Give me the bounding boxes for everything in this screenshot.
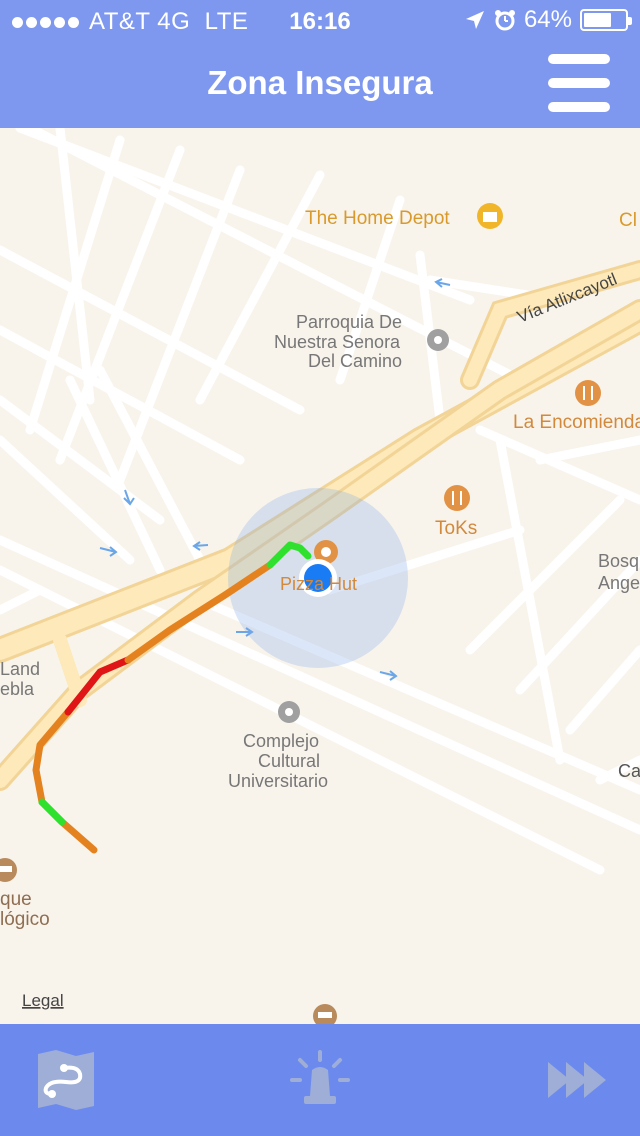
parque-label-1: que (0, 889, 32, 910)
legal-link[interactable]: Legal (22, 991, 64, 1010)
land-label-2: ebla (0, 679, 35, 699)
battery-icon (580, 9, 632, 31)
home-depot-icon[interactable] (477, 203, 503, 229)
parroquia-label-2: Nuestra Senora (274, 332, 401, 352)
ca-label: Ca (618, 761, 640, 781)
fast-forward-icon[interactable] (540, 1044, 612, 1116)
toks-label: ToKs (435, 518, 477, 539)
home-depot-label: The Home Depot (305, 208, 450, 229)
status-bar: AT&T 4G LTE 16:16 64% (0, 0, 640, 40)
map-canvas[interactable]: The Home Depot Cl Parroquia De Nuestra S… (0, 128, 640, 1024)
complejo-label-2: Cultural (258, 751, 320, 771)
church-icon[interactable] (427, 329, 449, 351)
tab-bar (0, 1024, 640, 1136)
hamburger-menu-icon[interactable] (548, 54, 610, 112)
encomienda-label: La Encomienda (513, 412, 640, 433)
restaurant-icon[interactable] (444, 485, 470, 511)
complejo-label-1: Complejo (243, 731, 319, 751)
restaurant-icon[interactable] (575, 380, 601, 406)
alarm-clock-icon (494, 10, 515, 31)
cl-label: Cl (619, 210, 637, 231)
pizza-hut-label: Pizza Hut (280, 574, 357, 594)
bosque-label-1: Bosq (598, 551, 639, 571)
landmark-icon[interactable] (278, 701, 300, 723)
complejo-label-3: Universitario (228, 771, 328, 791)
parroquia-label-1: Parroquia De (296, 312, 402, 332)
route-map-icon[interactable] (30, 1044, 102, 1116)
land-label-1: Land (0, 659, 40, 679)
page-title: Zona Insegura (207, 64, 433, 101)
battery-percent: 64% (523, 6, 572, 33)
location-arrow-icon (465, 11, 484, 29)
parque-label-2: lógico (0, 909, 50, 930)
parroquia-label-3: Del Camino (308, 351, 402, 371)
siren-alert-icon[interactable] (284, 1044, 356, 1116)
navigation-bar: Zona Insegura (0, 40, 640, 128)
bosque-label-2: Ange (598, 573, 640, 593)
map-view[interactable]: The Home Depot Cl Parroquia De Nuestra S… (0, 128, 640, 1024)
